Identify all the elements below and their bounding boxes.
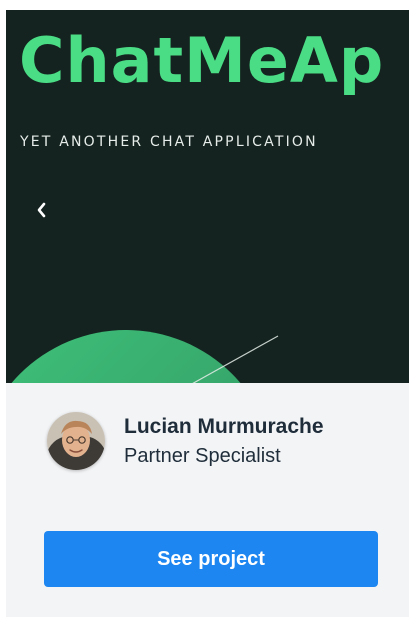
app-subtitle: YET ANOTHER CHAT APPLICATION (20, 134, 318, 150)
project-details: Lucian Murmurache Partner Specialist See… (6, 383, 409, 617)
project-card: ChatMeAp YET ANOTHER CHAT APPLICATION Lu… (6, 10, 409, 617)
avatar (47, 412, 105, 470)
author-role: Partner Specialist (124, 445, 281, 467)
author-name: Lucian Murmurache (124, 415, 324, 438)
see-project-button[interactable]: See project (44, 531, 378, 587)
app-title: ChatMeAp (19, 24, 385, 97)
chevron-left-icon[interactable] (30, 198, 54, 222)
planet-shape (11, 330, 241, 383)
project-preview-image[interactable]: ChatMeAp YET ANOTHER CHAT APPLICATION (6, 10, 409, 383)
